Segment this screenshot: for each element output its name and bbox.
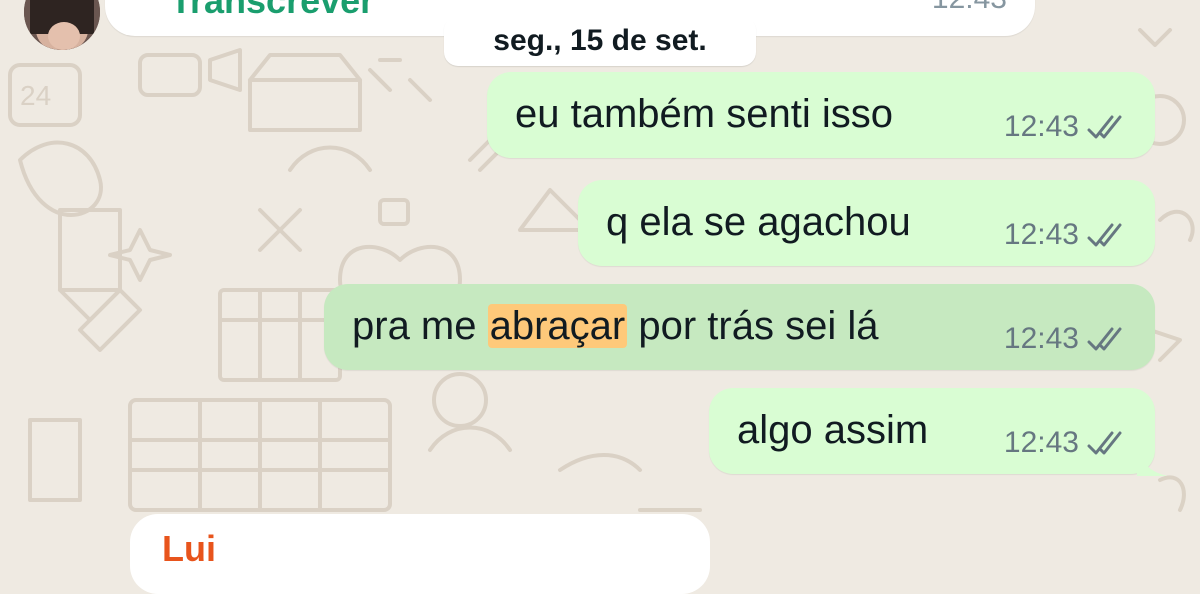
outgoing-message-bubble-selected[interactable]: pra me abraçar por trás sei lá 12:43 (324, 284, 1155, 370)
outgoing-message-bubble[interactable]: algo assim 12:43 (709, 388, 1167, 476)
message-text: algo assim (737, 408, 929, 452)
read-ticks-icon (1087, 115, 1122, 139)
search-highlight: abraçar (487, 304, 628, 348)
read-ticks-icon (1087, 327, 1122, 351)
bubble-tail-icon (1137, 446, 1167, 476)
message-text-before: pra me (352, 304, 488, 348)
sender-name: Transcrever (170, 0, 375, 21)
message-text: q ela se agachou (606, 200, 911, 244)
message-time: 12:43 (1003, 322, 1079, 355)
message-text-after: por trás sei lá (627, 304, 879, 348)
incoming-message-bubble[interactable]: Lui (130, 514, 710, 594)
message-time: 12:43 (1003, 110, 1079, 143)
read-ticks-icon (1087, 431, 1122, 455)
message-time: 12:43 (932, 0, 1007, 16)
message-text: pra me abraçar por trás sei lá (352, 304, 878, 349)
sender-name: Lui (162, 528, 216, 569)
message-text: eu também senti isso (515, 92, 893, 136)
read-ticks-icon (1087, 223, 1122, 247)
svg-text:24: 24 (20, 80, 51, 111)
date-separator: seg., 15 de set. (444, 16, 756, 66)
message-time: 12:43 (1003, 218, 1079, 251)
outgoing-message-bubble[interactable]: eu também senti isso 12:43 (487, 72, 1155, 158)
message-time: 12:43 (1003, 426, 1079, 459)
outgoing-message-bubble[interactable]: q ela se agachou 12:43 (578, 180, 1155, 266)
